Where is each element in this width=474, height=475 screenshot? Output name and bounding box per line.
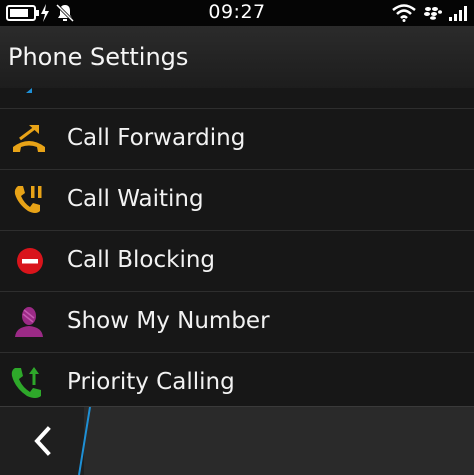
list-item-label: Call Blocking	[67, 247, 216, 273]
list-item-label: Call Forwarding	[67, 125, 246, 151]
partial-icon	[26, 88, 32, 93]
list-item-call-forwarding[interactable]: Call Forwarding	[0, 109, 474, 170]
call-forwarding-icon	[13, 125, 45, 152]
call-blocking-icon	[17, 248, 43, 274]
list-item-show-my-number[interactable]: Show My Number	[0, 292, 474, 353]
signal-icon	[449, 6, 467, 21]
call-waiting-icon	[14, 186, 42, 213]
show-my-number-icon	[15, 307, 43, 337]
page-title: Phone Settings	[8, 43, 189, 71]
settings-list: Call Forwarding Call Waiting Call Blocki…	[0, 88, 474, 406]
list-item-label: Priority Calling	[67, 369, 235, 395]
list-item-call-blocking[interactable]: Call Blocking	[0, 231, 474, 292]
list-item-partial[interactable]	[0, 88, 474, 109]
list-item-label: Call Waiting	[67, 186, 204, 212]
priority-calling-icon	[11, 367, 42, 398]
list-item-label: Show My Number	[67, 308, 270, 334]
blackberry-icon	[424, 7, 442, 20]
action-bar-divider	[78, 407, 91, 475]
title-bar: Phone Settings	[0, 26, 474, 89]
status-bar: 09:27	[0, 0, 474, 26]
action-bar	[0, 406, 474, 475]
wifi-icon	[392, 4, 416, 22]
list-item-call-waiting[interactable]: Call Waiting	[0, 170, 474, 231]
list-item-priority-calling[interactable]: Priority Calling	[0, 353, 474, 406]
